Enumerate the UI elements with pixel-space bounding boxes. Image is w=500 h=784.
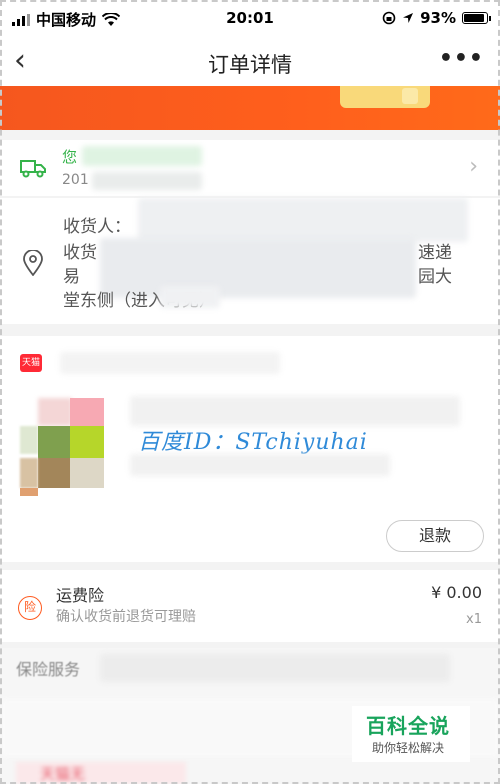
status-bar: 中国移动 20:01 93% [0, 0, 500, 38]
address-line3-end: 园大 [418, 267, 452, 287]
more-options-icon[interactable]: ••• [439, 46, 484, 71]
tmall-shop-icon: 天猫 [20, 354, 42, 372]
battery-icon [462, 12, 491, 24]
banner-illustration-box [402, 88, 418, 104]
watermark-text: 百度ID：STchiyuhai [138, 430, 368, 455]
insurance-icon: 险 [18, 596, 42, 620]
logistics-status-text: 您 [62, 148, 78, 166]
insurance-price: ¥ 0.00 [431, 583, 482, 602]
tmall-promo-text: 天猫无 [40, 765, 86, 783]
address-line-end: 速递 [418, 243, 452, 263]
insurance-quantity: x1 [466, 612, 482, 627]
battery-percent: 93% [420, 9, 456, 27]
shipping-insurance-row: 险 运费险 确认收货前退货可理赔 ¥ 0.00 x1 [0, 570, 500, 642]
baike-logo-slogan: 助你轻松解决 [372, 741, 445, 755]
order-status-banner [0, 86, 500, 130]
page-title: 订单详情 [208, 53, 292, 77]
location-arrow-icon [403, 13, 414, 23]
chevron-right-icon: › [469, 154, 478, 179]
location-pin-icon [23, 250, 43, 276]
refund-button[interactable]: 退款 [386, 520, 484, 552]
navigation-bar: ‹ 订单详情 ••• [0, 38, 500, 86]
rotation-lock-icon [382, 11, 396, 25]
insurance-service-label: 保险服务 [16, 660, 81, 679]
insurance-description: 确认收货前退货可理赔 [56, 609, 196, 625]
address-card: 收货人： 收货 速递 易 园大 堂东侧（进入可见） [0, 198, 500, 324]
address-line3-start: 易 [63, 267, 80, 287]
insurance-title: 运费险 [56, 586, 105, 605]
tmall-promo-strip: 天猫无 [16, 762, 186, 784]
baike-logo: 百科全说 助你轻松解决 [352, 706, 470, 762]
address-line-start: 收货 [63, 243, 97, 263]
product-card[interactable]: 天猫 百度ID：STchiyuhai 退款 [0, 336, 500, 562]
truck-icon [20, 160, 46, 178]
logistics-date-text: 201 [62, 172, 89, 188]
logistics-card[interactable]: 您 201 › [0, 140, 500, 196]
receiver-label: 收货人： [63, 217, 131, 237]
baike-logo-name: 百科全说 [366, 714, 450, 738]
